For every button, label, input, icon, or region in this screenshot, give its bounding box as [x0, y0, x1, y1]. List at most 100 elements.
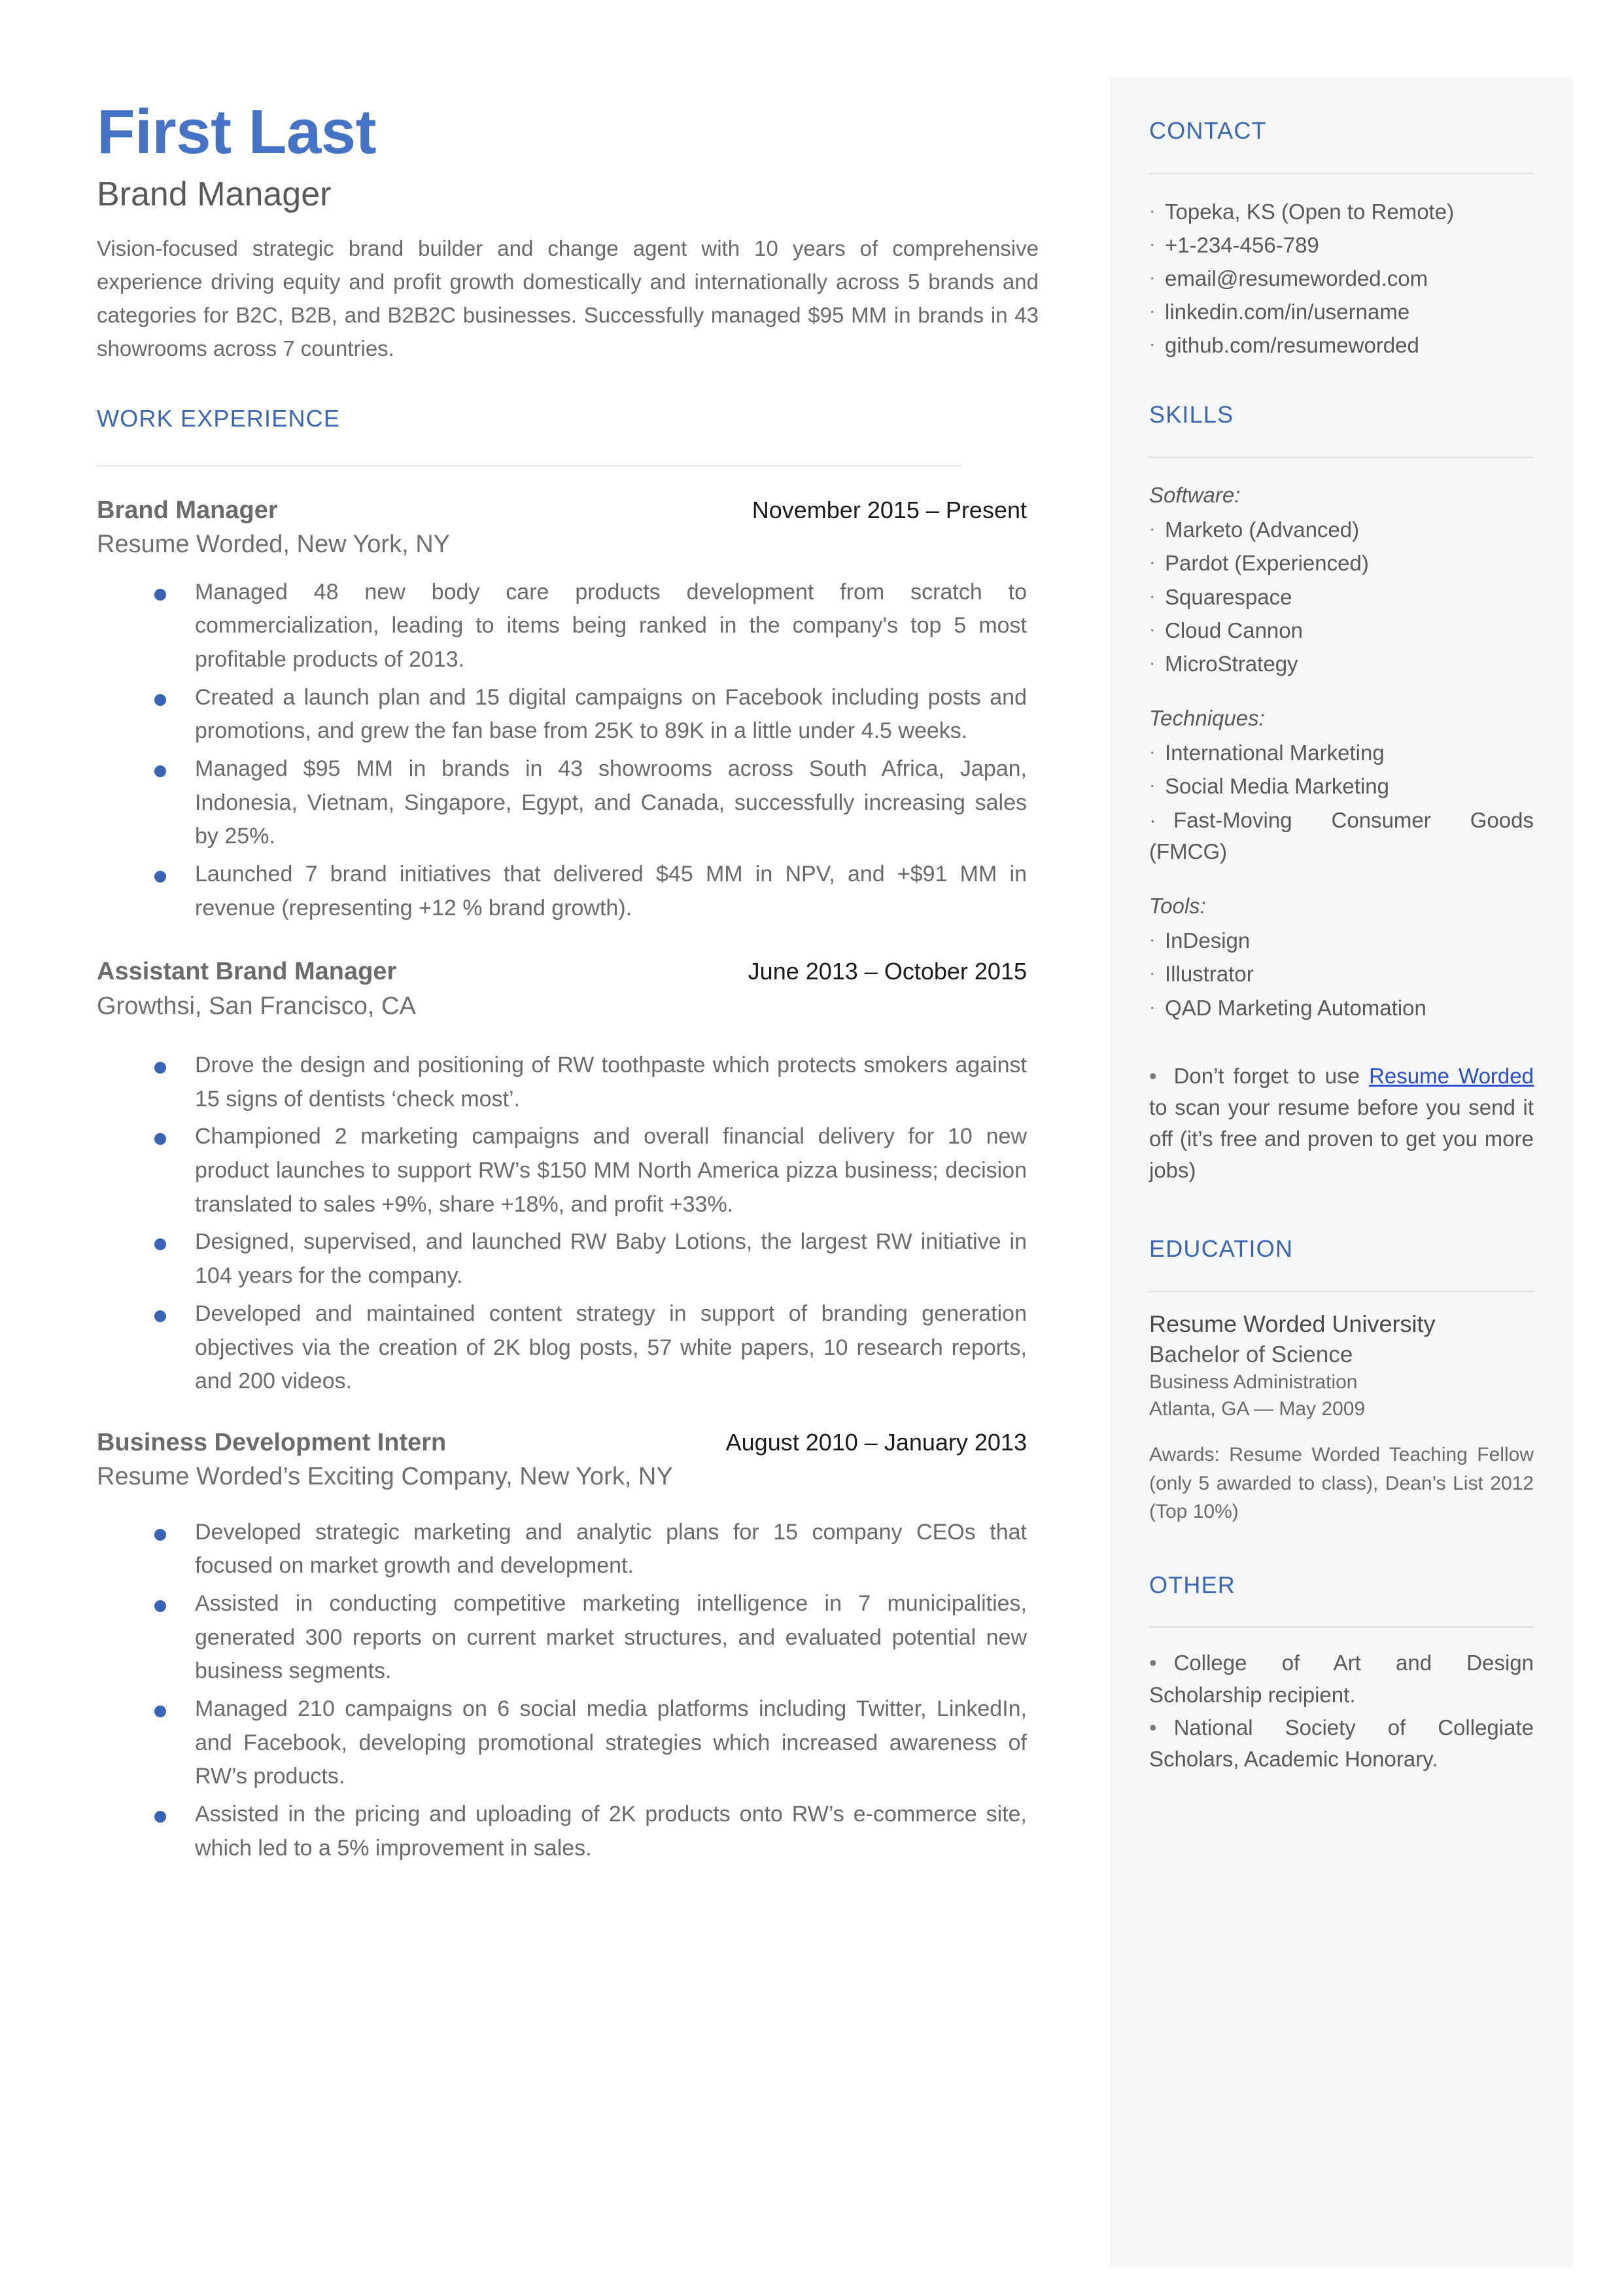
contact-email[interactable]: email@resumeworded.com	[1165, 263, 1534, 294]
bullet-text: Launched 7 brand initiatives that delive…	[195, 861, 1027, 920]
skill-item: Illustrator	[1165, 962, 1254, 987]
list-item: Managed 210 campaigns on 6 social media …	[97, 1692, 1039, 1794]
skill-item: International Marketing	[1165, 741, 1385, 765]
skill-group-tools: Tools: · InDesign · Illustrator · QAD Marke…	[1149, 891, 1534, 1024]
list-item: Developed strategic marketing and analyt…	[97, 1516, 1039, 1583]
education-heading: EDUCATION	[1149, 1235, 1294, 1263]
bullet-icon: •	[1149, 1651, 1157, 1675]
bullet-icon: ·	[1149, 266, 1156, 287]
bullet-icon	[154, 1238, 166, 1251]
education-awards: Awards: Resume Worded Teaching Fellow (o…	[1149, 1444, 1534, 1523]
list-item: Drove the design and positioning of RW t…	[97, 1049, 1039, 1116]
education-place-date: Atlanta, GA — May 2009	[1149, 1397, 1366, 1420]
skill-item: InDesign	[1165, 928, 1251, 953]
skill-group-label: Techniques:	[1149, 706, 1265, 731]
bullet-icon: ·	[1149, 775, 1156, 796]
job-title: Business Development Intern	[97, 1428, 447, 1456]
skill-group-label: Software:	[1149, 483, 1241, 508]
job-bullets: Managed 48 new body care products develo…	[97, 576, 1039, 926]
contact-divider	[1149, 172, 1534, 174]
sidebar-panel: CONTACT · Topeka, KS (Open to Remote) · +1…	[1110, 77, 1573, 2267]
bullet-text: Created a launch plan and 15 digital cam…	[195, 684, 1027, 744]
list-item: · github.com/resumeworded	[1149, 330, 1534, 361]
bullet-text: Designed, supervised, and launched RW Ba…	[195, 1229, 1027, 1289]
bullet-icon: ·	[1149, 552, 1156, 572]
job-company: Resume Worded’s Exciting Company, New Yo…	[97, 1463, 673, 1491]
job-entry-1: Brand Manager November 2015 – Present Re…	[97, 495, 1039, 926]
list-item: · Topeka, KS (Open to Remote)	[1149, 196, 1534, 228]
skill-group-techniques: Techniques: · International Marketing · So…	[1149, 703, 1534, 867]
list-item: Championed 2 marketing campaigns and ove…	[97, 1120, 1039, 1221]
bullet-icon: ·	[1149, 652, 1156, 673]
education-section: EDUCATION Resume Worded University Bache…	[1149, 1236, 1534, 1526]
list-item: · InDesign	[1149, 925, 1534, 956]
skill-list-tools: · InDesign · Illustrator · QAD Marketing Au…	[1149, 925, 1534, 1024]
contact-section: CONTACT · Topeka, KS (Open to Remote) · +1…	[1149, 118, 1534, 361]
skill-item: Pardot (Experienced)	[1165, 551, 1369, 576]
resume-page: CONTACT · Topeka, KS (Open to Remote) · +1…	[0, 0, 1624, 2295]
bullet-icon	[154, 588, 166, 601]
bullet-text: Developed strategic marketing and analyt…	[195, 1519, 1027, 1579]
bullet-icon	[154, 1811, 166, 1823]
bullet-icon	[154, 693, 166, 706]
job-role-subtitle: Brand Manager	[97, 175, 332, 213]
job-title: Brand Manager	[97, 496, 278, 524]
bullet-icon: ·	[1149, 200, 1156, 220]
job-dates: November 2015 – Present	[752, 496, 1027, 523]
page-title: First Last	[97, 97, 377, 167]
skill-item: QAD Marketing Automation	[1165, 995, 1426, 1020]
bullet-text: Assisted in conducting competitive marke…	[195, 1591, 1027, 1684]
skills-divider	[1149, 457, 1534, 459]
bullet-text: Managed 48 new body care products develo…	[195, 579, 1027, 672]
bullet-icon	[154, 1062, 166, 1074]
bullet-icon: ·	[1149, 334, 1156, 355]
job-bullets: Drove the design and positioning of RW t…	[97, 1049, 1039, 1399]
resume-worded-link[interactable]: Resume Worded	[1369, 1064, 1534, 1088]
bullet-icon: ·	[1149, 518, 1156, 539]
list-item: Assisted in the pricing and uploading of…	[97, 1798, 1039, 1865]
bullet-icon	[154, 1706, 166, 1718]
list-item: · email@resumeworded.com	[1149, 263, 1534, 294]
contact-linkedin[interactable]: linkedin.com/in/username	[1165, 296, 1534, 328]
list-item: · Illustrator	[1149, 958, 1534, 990]
resume-worded-promo: • Don’t forget to use Resume Worded to sc…	[1149, 1060, 1534, 1187]
list-item: Assisted in conducting competitive marke…	[97, 1587, 1039, 1689]
contact-location: Topeka, KS (Open to Remote)	[1165, 199, 1455, 224]
contact-github[interactable]: github.com/resumeworded	[1165, 330, 1534, 361]
job-header: Business Development Intern August 2010 …	[97, 1428, 1039, 1459]
list-item: Designed, supervised, and launched RW Ba…	[97, 1225, 1039, 1293]
education-field: Business Administration	[1149, 1371, 1358, 1393]
bullet-icon	[154, 765, 166, 777]
skill-list-techniques: · International Marketing · Social Media M…	[1149, 737, 1534, 802]
other-section: OTHER • College of Art and Design Scholar…	[1149, 1572, 1534, 1775]
list-item: · Social Media Marketing	[1149, 771, 1534, 802]
skill-item: Social Media Marketing	[1165, 774, 1389, 799]
bullet-icon: ·	[1149, 618, 1156, 639]
skill-item: Marketo (Advanced)	[1165, 517, 1360, 542]
education-school: Resume Worded University	[1149, 1310, 1436, 1337]
bullet-icon: ·	[1149, 962, 1156, 983]
bullet-icon: ·	[1149, 300, 1156, 321]
bullet-text: Managed $95 MM in brands in 43 showrooms…	[195, 756, 1027, 849]
list-item: · MicroStrategy	[1149, 648, 1534, 680]
work-experience-heading: WORK EXPERIENCE	[97, 404, 341, 432]
list-item: · International Marketing	[1149, 737, 1534, 769]
job-dates: June 2013 – October 2015	[748, 958, 1027, 985]
bullet-icon	[154, 1528, 166, 1541]
list-item: Created a launch plan and 15 digital cam…	[97, 681, 1039, 748]
bullet-icon: ·	[1149, 996, 1156, 1017]
contact-list: · Topeka, KS (Open to Remote) · +1-234-456…	[1149, 196, 1534, 362]
bullet-icon	[154, 1133, 166, 1146]
bullet-icon	[154, 1310, 166, 1322]
promo-text-after: to scan your resume before you send it o…	[1149, 1095, 1534, 1183]
bullet-text: Championed 2 marketing campaigns and ove…	[195, 1124, 1027, 1217]
bullet-text: Drove the design and positioning of RW t…	[195, 1053, 1027, 1112]
list-item: · Marketo (Advanced)	[1149, 514, 1534, 546]
job-title: Assistant Brand Manager	[97, 958, 397, 986]
list-item: Managed $95 MM in brands in 43 showrooms…	[97, 752, 1039, 854]
job-company: Resume Worded, New York, NY	[97, 531, 450, 559]
bullet-icon	[154, 1600, 166, 1613]
bullet-icon: ·	[1149, 807, 1156, 832]
list-item: · QAD Marketing Automation	[1149, 992, 1534, 1024]
bullet-icon: ·	[1149, 929, 1156, 950]
